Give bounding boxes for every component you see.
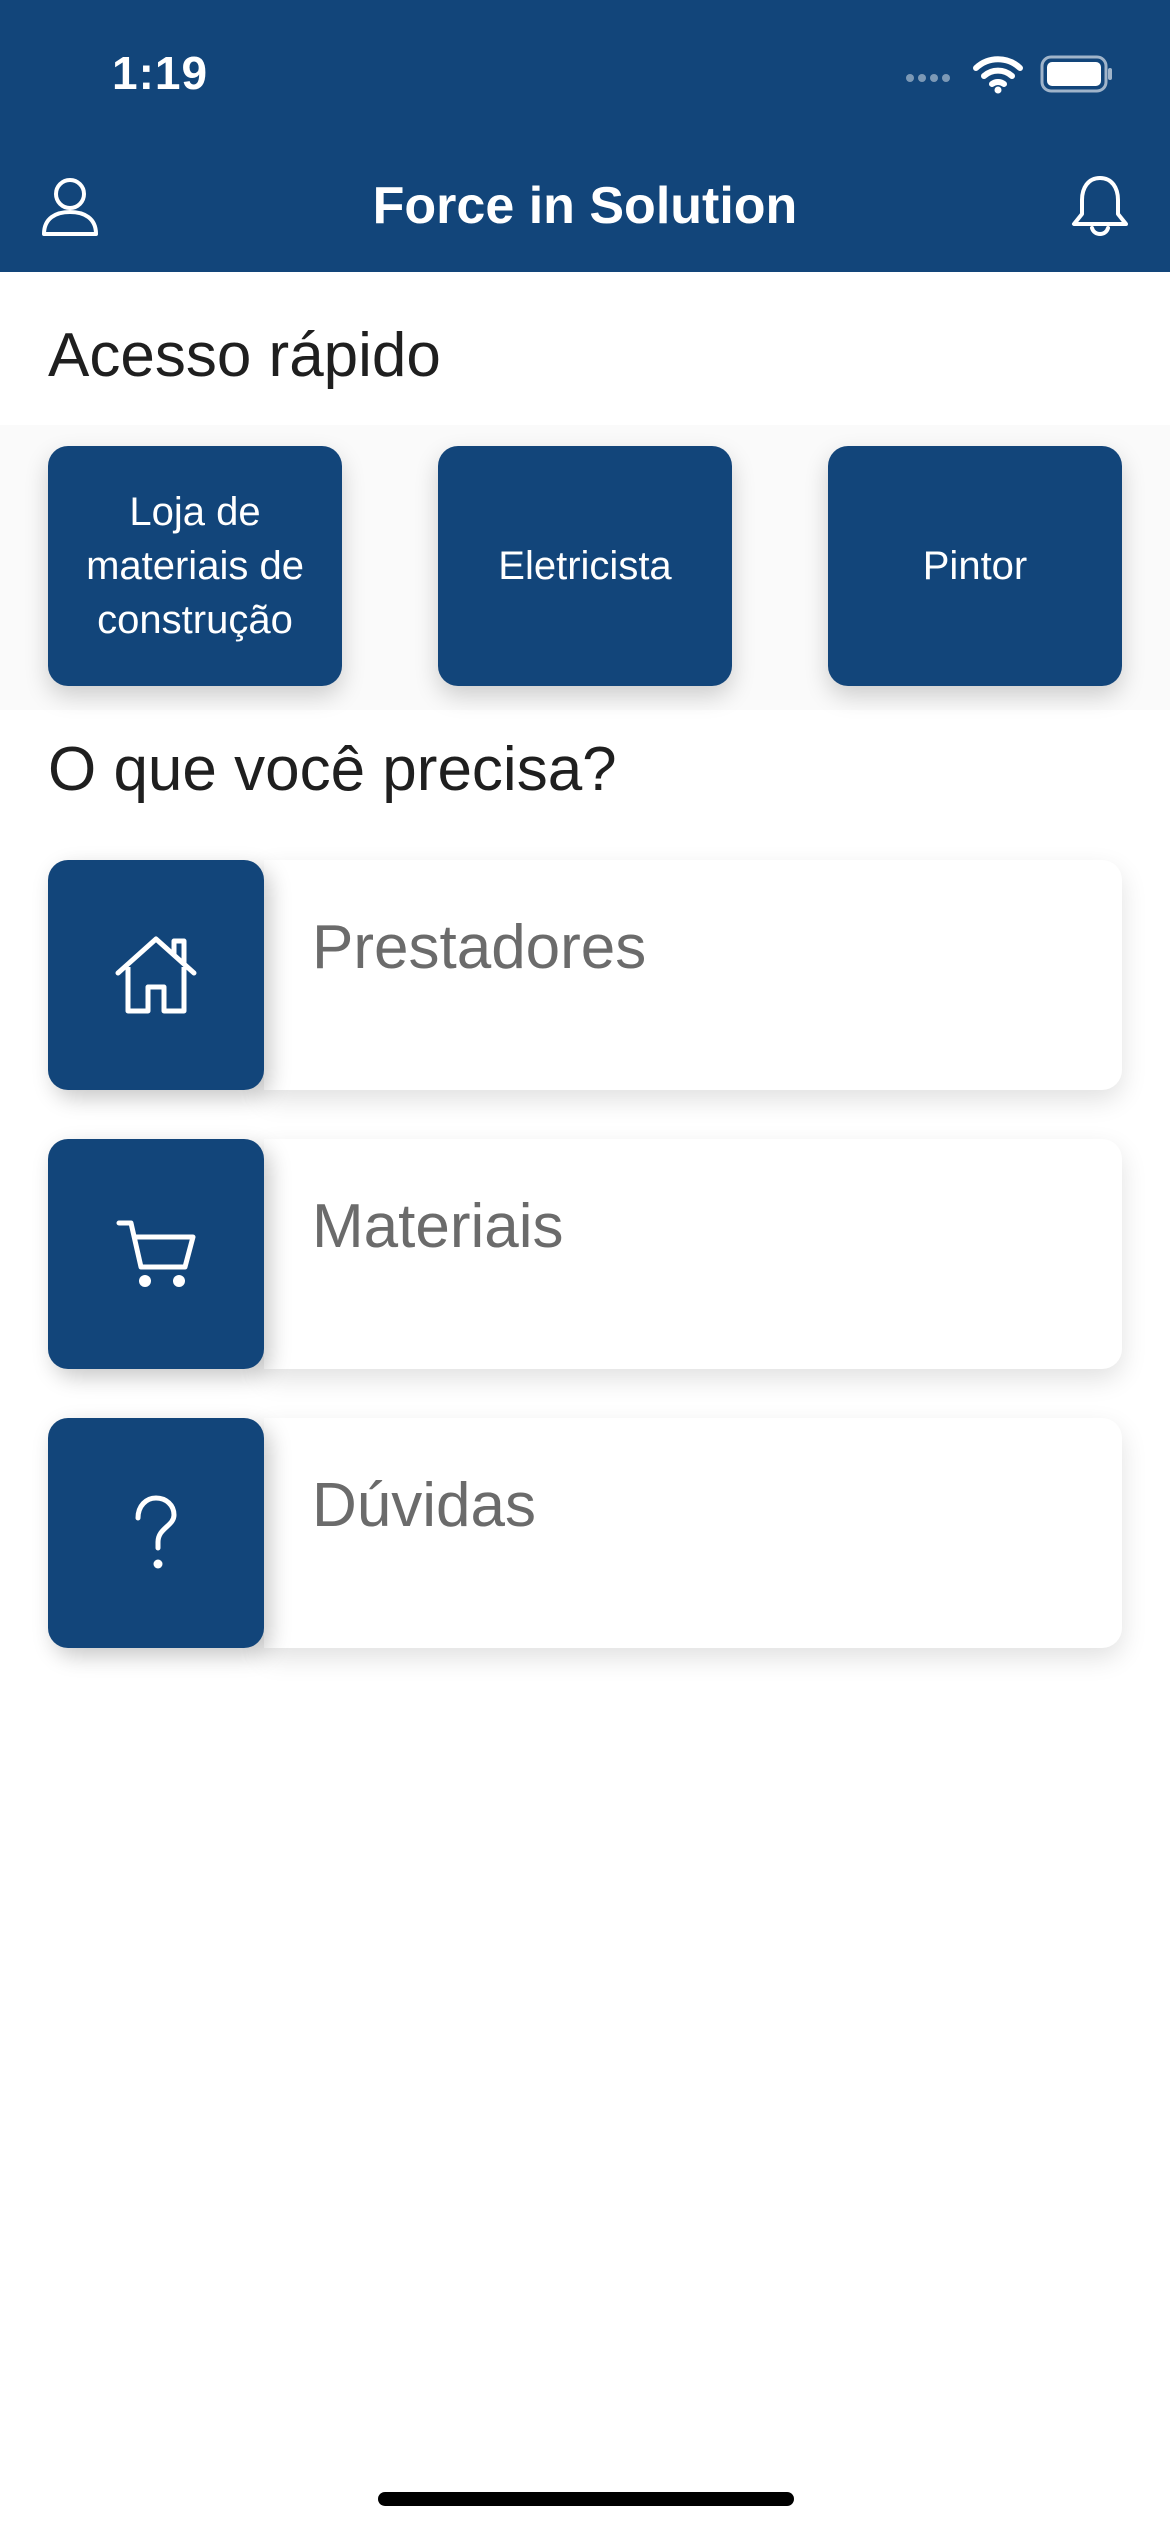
card-icon-box [48,1418,264,1648]
quick-access-painter[interactable]: Pintor [828,446,1122,686]
card-icon-box [48,860,264,1090]
card-icon-box [48,1139,264,1369]
app-header: 1:19 Force in Solution [0,0,1170,272]
quick-access-electrician[interactable]: Eletricista [438,446,732,686]
bell-icon[interactable] [1066,172,1134,240]
card-label: Prestadores [312,913,647,982]
menu-card-providers[interactable]: Prestadores [48,860,1122,1090]
question-icon [135,1495,177,1569]
status-indicators [904,52,1114,96]
cart-icon [116,1220,196,1287]
quick-access-title: Acesso rápido [48,321,441,390]
app-screen: 1:19 Force in Solution Acesso rápido Loj… [0,0,1170,2532]
wifi-icon [973,56,1023,94]
menu-card-faq[interactable]: Dúvidas [48,1418,1122,1648]
card-label: Dúvidas [312,1471,536,1540]
status-time: 1:19 [112,47,209,99]
card-label: Materiais [312,1192,564,1261]
home-indicator[interactable] [378,2492,794,2506]
quick-access-building-materials-store[interactable]: Loja de materiais de construção [48,446,342,686]
menu-card-materials[interactable]: Materiais [48,1139,1122,1369]
app-title: Force in Solution [372,177,798,235]
signal-icon [906,74,950,82]
needs-title: O que você precisa? [48,735,617,804]
home-icon [115,936,197,1014]
battery-icon [1040,55,1112,93]
